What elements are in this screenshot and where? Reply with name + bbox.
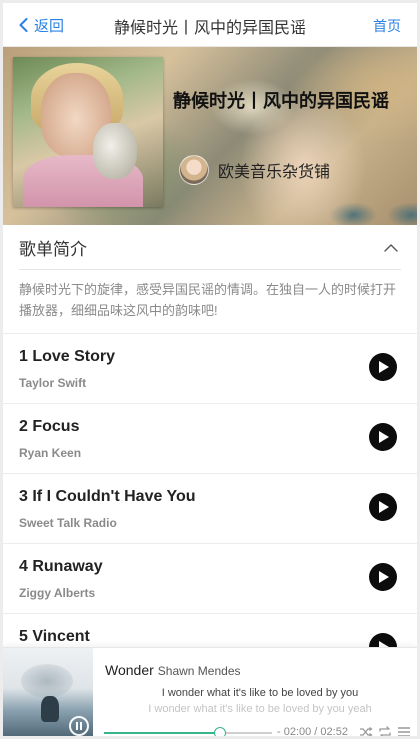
playlist-header: 静候时光丨风中的异国民谣 欧美音乐杂货铺 xyxy=(3,47,417,225)
song-artist: Ziggy Alberts xyxy=(19,586,96,600)
play-button[interactable] xyxy=(369,423,397,451)
play-icon xyxy=(379,501,389,513)
song-title: 5 Vincent xyxy=(19,628,90,645)
song-artist: Taylor Swift xyxy=(19,376,87,390)
mini-player: Wonder Shawn Mendes I wonder what it's li… xyxy=(3,647,417,736)
play-button[interactable] xyxy=(369,563,397,591)
song-item[interactable]: 1 Love Story Taylor Swift xyxy=(3,333,417,403)
pause-icon[interactable] xyxy=(69,716,89,736)
now-playing-artist: Shawn Mendes xyxy=(157,664,241,678)
playlist-icon[interactable] xyxy=(397,725,411,736)
song-item[interactable]: 4 Runaway Ziggy Alberts xyxy=(3,543,417,613)
home-link[interactable]: 首页 xyxy=(373,16,401,36)
intro-text: 静候时光下的旋律，感受异国民谣的情调。在独自一人的时候打开播放器，细细品味这风中… xyxy=(19,282,397,318)
playlist-author[interactable]: 欧美音乐杂货铺 xyxy=(179,155,330,185)
song-item[interactable]: 3 If I Couldn't Have You Sweet Talk Radi… xyxy=(3,473,417,543)
collapse-toggle[interactable] xyxy=(381,237,401,257)
avatar xyxy=(179,155,209,185)
play-icon xyxy=(379,431,389,443)
playlist-title: 静候时光丨风中的异国民谣 xyxy=(173,91,389,111)
song-title: 1 Love Story xyxy=(19,348,116,365)
lyric-next: I wonder what it's like to be loved by y… xyxy=(148,703,372,715)
intro-header[interactable]: 歌单简介 xyxy=(3,225,417,269)
repeat-icon[interactable] xyxy=(378,725,392,736)
playlist-cover[interactable] xyxy=(13,57,163,207)
song-list: 1 Love Story Taylor Swift 2 Focus Ryan K… xyxy=(3,333,417,683)
back-label: 返回 xyxy=(34,17,65,35)
song-artist: Sweet Talk Radio xyxy=(19,516,117,530)
divider xyxy=(19,269,401,270)
play-button[interactable] xyxy=(369,493,397,521)
song-title: 3 If I Couldn't Have You xyxy=(19,488,196,505)
shuffle-icon[interactable] xyxy=(359,725,373,736)
back-button[interactable]: 返回 xyxy=(19,15,64,35)
now-playing-title: Wonder xyxy=(105,662,154,678)
song-title: 2 Focus xyxy=(19,418,80,435)
chevron-left-icon xyxy=(19,18,28,32)
now-playing-info: Wonder Shawn Mendes xyxy=(105,662,241,678)
now-playing-cover[interactable] xyxy=(3,648,93,736)
progress-bar[interactable] xyxy=(104,727,272,736)
play-icon xyxy=(379,571,389,583)
song-title: 4 Runaway xyxy=(19,558,103,575)
play-button[interactable] xyxy=(369,353,397,381)
page-title: 静候时光丨风中的异国民谣 xyxy=(113,20,306,37)
lyric-current: I wonder what it's like to be loved by y… xyxy=(161,687,359,699)
play-icon xyxy=(379,361,389,373)
author-name: 欧美音乐杂货铺 xyxy=(218,164,331,181)
intro-title: 歌单简介 xyxy=(19,239,87,259)
nav-bar: 返回 静候时光丨风中的异国民谣 首页 xyxy=(3,3,417,47)
chevron-up-icon xyxy=(384,243,398,252)
time-label: - 02:00 / 02:52 xyxy=(277,726,348,736)
progress-fill xyxy=(104,732,220,734)
progress-handle[interactable] xyxy=(213,727,226,736)
song-item[interactable]: 2 Focus Ryan Keen xyxy=(3,403,417,473)
app-frame: 返回 静候时光丨风中的异国民谣 首页 静候时光丨风中的异国民谣 欧美音乐杂货铺 … xyxy=(3,3,417,736)
song-artist: Ryan Keen xyxy=(19,446,82,460)
